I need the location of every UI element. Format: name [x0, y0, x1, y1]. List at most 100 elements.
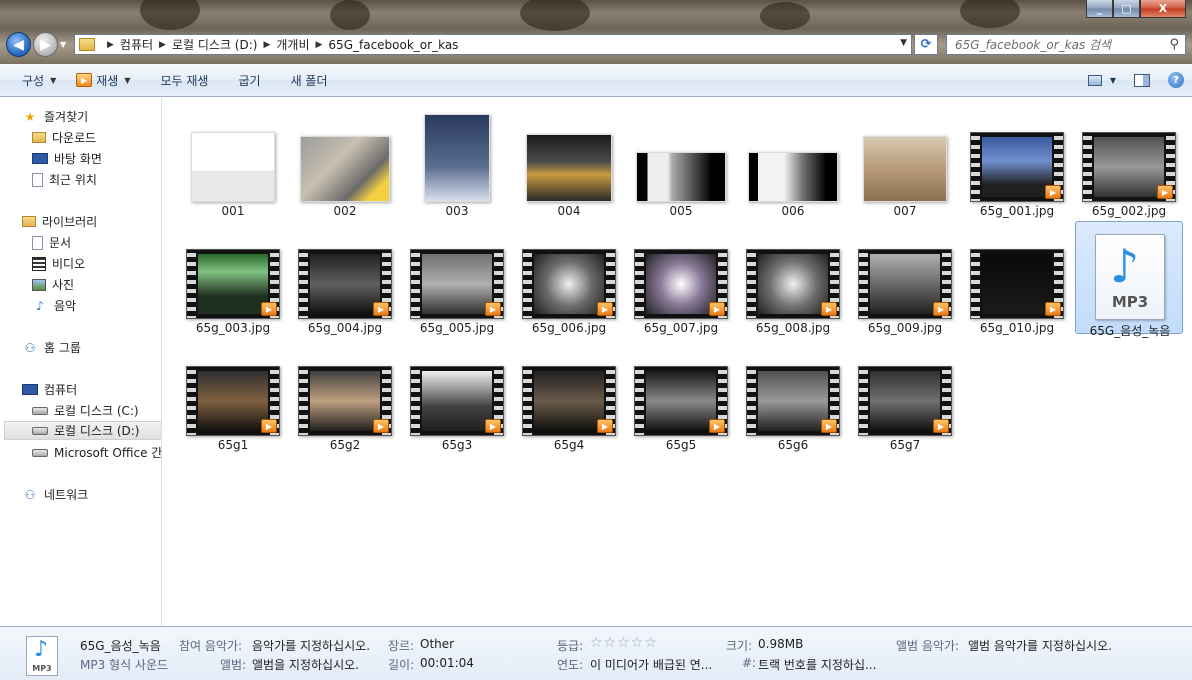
help-button[interactable]: ?: [1168, 68, 1184, 92]
file-item[interactable]: 002: [291, 104, 399, 218]
breadcrumb-drive-d[interactable]: 로컬 디스크 (D:): [172, 36, 257, 53]
file-item[interactable]: ▶ 65g2: [291, 338, 399, 452]
sidebar-libraries[interactable]: 라이브러리: [22, 212, 97, 231]
music-note-icon: ♪: [36, 298, 44, 313]
play-all-button[interactable]: 모두 재생: [151, 68, 219, 92]
file-item[interactable]: ▶ 65g_007.jpg: [627, 221, 735, 335]
file-item[interactable]: ▶ 65g_001.jpg: [963, 104, 1071, 218]
details-track-value[interactable]: 트랙 번호를 지정하십...: [758, 656, 876, 673]
recent-pages-dropdown[interactable]: ▼: [60, 40, 70, 50]
sidebar-item-drive-c[interactable]: 로컬 디스크 (C:): [32, 401, 139, 420]
new-folder-button[interactable]: 새 폴더: [281, 68, 338, 92]
file-thumbnail: ▶: [627, 338, 735, 436]
file-item[interactable]: ▶ 65g_009.jpg: [851, 221, 959, 335]
change-view-button[interactable]: [1087, 68, 1102, 92]
search-icon[interactable]: ⚲: [1169, 37, 1179, 52]
breadcrumb-folder[interactable]: 개개비: [276, 36, 309, 53]
star-icon: ★: [24, 109, 36, 124]
details-album-value[interactable]: 앨범을 지정하십시오.: [252, 656, 359, 673]
search-box[interactable]: ⚲: [946, 34, 1186, 55]
video-thumbnail: ▶: [1082, 132, 1176, 202]
file-item[interactable]: ♪ MP3 65G_음성_녹음: [1075, 221, 1183, 338]
breadcrumb-current-folder[interactable]: 65G_facebook_or_kas: [328, 38, 458, 52]
video-frame: [646, 371, 716, 431]
file-name: 65g1: [217, 438, 249, 452]
play-button[interactable]: ▶ 재생 ▼: [66, 68, 140, 92]
file-item[interactable]: ▶ 65g_005.jpg: [403, 221, 511, 335]
organize-button[interactable]: 구성 ▼: [12, 68, 66, 92]
sidebar-item-music[interactable]: ♪ 음악: [32, 296, 76, 315]
file-item[interactable]: 006: [739, 104, 847, 218]
details-year-value[interactable]: 이 미디어가 배급된 연...: [590, 656, 712, 673]
file-item[interactable]: ▶ 65g5: [627, 338, 735, 452]
file-name: 005: [669, 204, 693, 218]
breadcrumb-computer[interactable]: 컴퓨터: [120, 36, 153, 53]
sidebar-item-drive-d[interactable]: 로컬 디스크 (D:): [4, 421, 161, 440]
rating-stars[interactable]: ☆☆☆☆☆: [590, 635, 658, 651]
breadcrumb-separator-icon[interactable]: ▶: [263, 40, 270, 50]
minimize-button[interactable]: _: [1086, 0, 1113, 18]
file-item[interactable]: ▶ 65g4: [515, 338, 623, 452]
file-thumbnail: ▶: [739, 221, 847, 319]
breadcrumb-separator-icon[interactable]: ▶: [107, 40, 114, 50]
details-artist-key: 참여 음악가:: [179, 639, 243, 653]
desktop-icon: [32, 153, 48, 164]
file-item[interactable]: ▶ 65g6: [739, 338, 847, 452]
video-thumbnail: ▶: [634, 366, 728, 436]
search-input[interactable]: [947, 35, 1157, 54]
file-item[interactable]: ▶ 65g3: [403, 338, 511, 452]
forward-button[interactable]: ▶: [33, 32, 58, 57]
details-album-artist-value[interactable]: 앨범 음악가를 지정하십시오.: [968, 637, 1112, 654]
close-button[interactable]: X: [1140, 0, 1186, 18]
file-item[interactable]: ▶ 65g_002.jpg: [1075, 104, 1183, 218]
play-badge-icon: ▶: [933, 302, 949, 316]
video-thumbnail: ▶: [746, 249, 840, 319]
sidebar-network[interactable]: ⚇ 네트워크: [22, 485, 89, 504]
file-item[interactable]: 003: [403, 104, 511, 218]
breadcrumb-separator-icon[interactable]: ▶: [316, 40, 323, 50]
sidebar-item-label: 로컬 디스크 (D:): [54, 424, 140, 438]
sidebar-favorites-label: 즐겨찾기: [44, 110, 89, 124]
refresh-button[interactable]: ⟳: [914, 34, 938, 55]
file-item[interactable]: 007: [851, 104, 959, 218]
file-item[interactable]: 004: [515, 104, 623, 218]
view-options-button[interactable]: ▼: [1110, 68, 1116, 92]
sidebar-item-downloads[interactable]: 다운로드: [32, 128, 96, 147]
sidebar-item-label: 다운로드: [52, 131, 97, 145]
file-item[interactable]: ▶ 65g_010.jpg: [963, 221, 1071, 335]
file-item[interactable]: ▶ 65g_006.jpg: [515, 221, 623, 335]
sidebar-item-label: 사진: [52, 278, 75, 292]
file-item[interactable]: ▶ 65g1: [179, 338, 287, 452]
sidebar-item-office[interactable]: Microsoft Office 간편: [32, 443, 161, 462]
sidebar-item-videos[interactable]: 비디오: [32, 254, 85, 273]
sidebar-favorites[interactable]: ★ 즐겨찾기: [22, 107, 89, 126]
back-button[interactable]: ◀: [6, 32, 31, 57]
file-item[interactable]: 005: [627, 104, 735, 218]
address-dropdown-icon[interactable]: ▼: [900, 38, 907, 48]
file-item[interactable]: ▶ 65g_004.jpg: [291, 221, 399, 335]
burn-button[interactable]: 굽기: [228, 68, 270, 92]
folder-icon: [79, 38, 95, 51]
address-bar[interactable]: ▶ 컴퓨터 ▶ 로컬 디스크 (D:) ▶ 개개비 ▶ 65G_facebook…: [74, 34, 912, 55]
breadcrumb-separator-icon[interactable]: ▶: [159, 40, 166, 50]
video-thumbnail: ▶: [410, 249, 504, 319]
network-icon: ⚇: [24, 487, 36, 502]
file-item[interactable]: 001: [179, 104, 287, 218]
file-item[interactable]: ▶ 65g_003.jpg: [179, 221, 287, 335]
sidebar-item-pictures[interactable]: 사진: [32, 275, 74, 294]
preview-pane-icon: [1134, 73, 1150, 87]
preview-pane-button[interactable]: [1134, 68, 1150, 92]
sidebar-item-recent-places[interactable]: 최근 위치: [32, 170, 97, 189]
details-genre-value[interactable]: Other: [420, 637, 454, 651]
maximize-button[interactable]: □: [1113, 0, 1140, 18]
file-name: 65G_음성_녹음: [1089, 324, 1171, 338]
sidebar-homegroup[interactable]: ⚇ 홈 그룹: [22, 338, 81, 357]
sidebar-computer[interactable]: 컴퓨터: [22, 380, 77, 399]
file-item[interactable]: ▶ 65g7: [851, 338, 959, 452]
sidebar-item-desktop[interactable]: 바탕 화면: [32, 149, 102, 168]
sidebar-item-documents[interactable]: 문서: [32, 233, 71, 252]
file-item[interactable]: ▶ 65g_008.jpg: [739, 221, 847, 335]
details-artist-value[interactable]: 음악가를 지정하십시오.: [252, 637, 370, 654]
drive-icon: [32, 426, 48, 435]
file-thumbnail: [179, 104, 287, 202]
